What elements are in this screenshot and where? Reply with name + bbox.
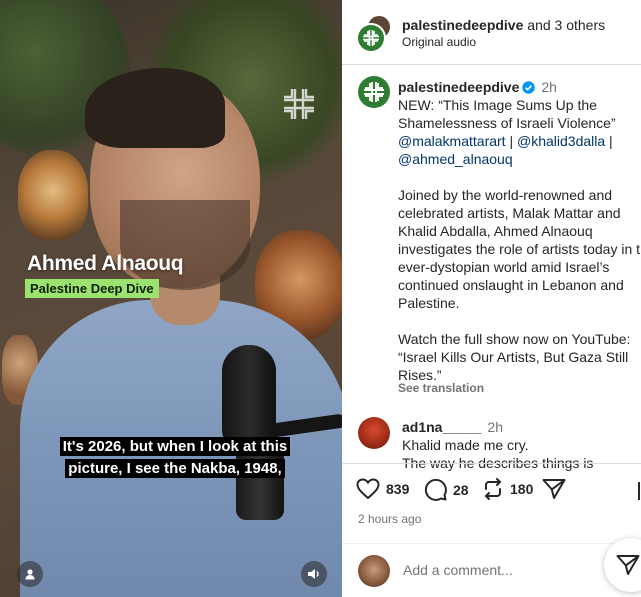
paper-plane-icon [616,555,640,575]
action-bar: 839 28 180 [356,478,641,506]
comment-count: 28 [453,481,469,498]
caption-text: Khalid Abdalla, Ahmed Alnaouq [398,223,593,239]
post-username[interactable]: palestinedeepdive [398,79,519,95]
see-translation-button[interactable]: See translation [398,381,484,395]
mention-link[interactable]: @khalid3dalla [517,133,605,149]
person-icon [25,569,35,580]
header-title: palestinedeepdive and 3 others [402,17,605,33]
repost-button[interactable]: 180 [482,478,533,500]
speaker-hair [85,68,225,148]
save-button-edge[interactable] [638,482,640,500]
caption-text: Palestine. [398,295,460,311]
caption-line: It's 2026, but when I look at this [59,437,291,456]
caption-text: NEW: “This Image Sums Up the [398,97,597,113]
tagged-users-button[interactable] [17,561,43,587]
video-caption: It's 2026, but when I look at this pictu… [30,436,320,480]
reel-video[interactable]: Ahmed Alnaouq Palestine Deep Dive It's 2… [0,0,342,597]
add-comment-input[interactable] [403,562,593,578]
comment-time: 2h [487,419,503,435]
share-button[interactable] [542,478,572,500]
comment-text: Khalid made me cry. [402,437,529,453]
header-others[interactable]: and 3 others [523,17,605,33]
caption-text: Joined by the world-renowned and [398,187,613,203]
original-audio-link[interactable]: Original audio [402,35,476,49]
caption-text: Shameless­ness of Israeli Violence” [398,115,616,131]
divider [342,463,641,464]
like-count: 839 [386,481,410,497]
comment-username[interactable]: ad1na_____ [402,419,481,435]
commenter-avatar[interactable] [358,417,390,449]
caption-text: investigates the role of artists today i… [398,241,641,257]
mute-button[interactable] [301,561,327,587]
collab-avatars[interactable] [356,14,392,53]
speaker-name: Ahmed Alnaouq [27,252,184,275]
comment-icon [424,478,447,501]
caption-text: continued onslaught in Lebanon and [398,277,624,293]
palestinedeepdive-avatar [356,23,386,53]
caption-line: picture, I see the Nakba, 1948, [65,459,285,478]
header-username[interactable]: palestinedeepdive [402,17,523,33]
caption-text: “Israel Kills Our Artists, But Gaza Stil… [398,349,629,365]
mention-link[interactable]: @malakmattarart [398,133,506,149]
speaker-tag: Palestine Deep Dive [25,279,159,298]
like-button[interactable]: 839 [356,478,409,500]
verified-badge-icon [522,81,536,94]
caption-text: celebrated artists, Malak Mattar and [398,205,621,221]
mention-separator: | [505,133,517,149]
caption-text: Watch the full show now on YouTube: [398,331,631,347]
post-time: 2h [541,79,557,95]
speaker-icon [308,569,319,579]
mention-separator: | [605,133,613,149]
paper-plane-icon [542,479,566,499]
post-header: palestinedeepdive and 3 others Original … [342,0,641,65]
post-panel: palestinedeepdive and 3 others Original … [342,0,641,597]
repost-count: 180 [510,481,534,497]
current-user-avatar [358,555,390,587]
mention-link[interactable]: @ahmed_alnaouq [398,151,513,167]
direct-message-button[interactable] [604,538,641,592]
speaker-beard [120,200,250,290]
heart-icon [356,478,380,500]
post-caption: palestinedeepdive 2h NEW: “This Image Sum… [398,78,641,384]
mentions-line: @malakmattarart | @khalid3dalla | [398,132,641,150]
channel-logo-watermark [284,89,314,119]
pdd-logo-icon [358,25,384,51]
repost-icon [485,478,501,500]
comment-button[interactable]: 28 [424,478,469,501]
post-timestamp: 2 hours ago [358,512,422,526]
background-lamp [18,150,88,240]
post-author-avatar[interactable] [358,76,390,108]
caption-text: ever-dystopian world amid Israel’s [398,259,610,275]
divider [342,543,641,544]
